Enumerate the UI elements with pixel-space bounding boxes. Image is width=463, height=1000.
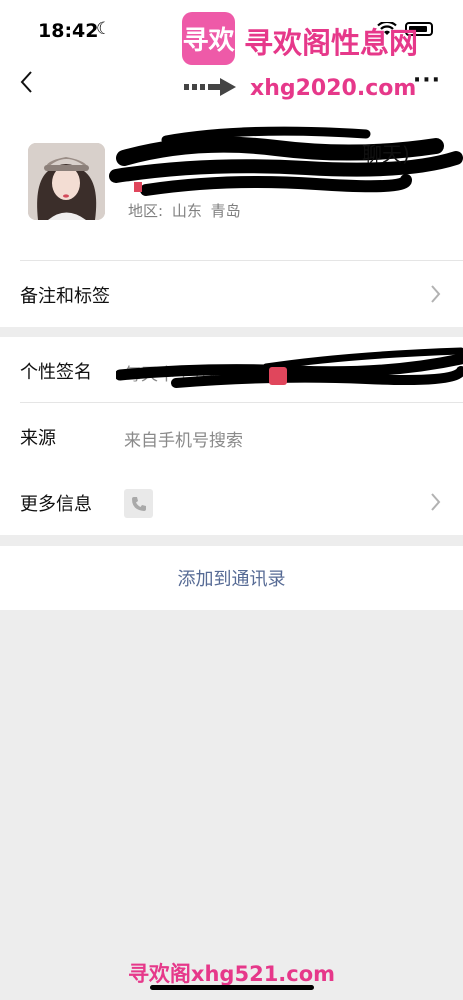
wifi-icon (377, 22, 397, 35)
profile-region: 地区: 山东 青岛 (128, 200, 241, 221)
profile-name-tail: 聊天) (362, 142, 410, 166)
status-icons (377, 22, 433, 36)
phone-icon (124, 489, 153, 518)
battery-icon (405, 22, 433, 36)
avatar[interactable] (28, 143, 105, 220)
back-icon[interactable] (16, 66, 40, 98)
signature-label: 个性签名 (20, 362, 92, 383)
source-label: 来源 (20, 428, 56, 449)
more-options-button[interactable]: ··· (413, 68, 441, 93)
status-time: 18:42 (38, 20, 99, 42)
avatar-image (28, 143, 105, 220)
more-info-row[interactable]: 更多信息 (0, 469, 463, 535)
signature-row: 个性签名 每天中午开闷 (0, 337, 463, 403)
region-label: 地区: (128, 202, 164, 220)
remark-tags-label: 备注和标签 (20, 286, 110, 307)
redacted-signature-scribble (116, 347, 463, 388)
status-bar: 18:42 ☾ (0, 0, 463, 60)
add-to-contacts-button[interactable]: 添加到通讯录 (0, 546, 463, 610)
chevron-right-icon (431, 285, 441, 303)
nav-bar: ··· (0, 60, 463, 110)
more-info-label: 更多信息 (20, 494, 92, 515)
watermark-bottom: 寻欢阁xhg521.com (127, 962, 336, 986)
add-contact-section: 添加到通讯录 (0, 546, 463, 610)
region-city: 青岛 (210, 202, 241, 220)
source-row: 来源 来自手机号搜索 (0, 403, 463, 469)
remark-tags-row[interactable]: 备注和标签 (0, 261, 463, 327)
home-indicator (150, 985, 314, 990)
chevron-right-icon (431, 493, 441, 511)
source-value: 来自手机号搜索 (124, 431, 243, 451)
region-province: 山东 (171, 202, 202, 220)
moon-icon: ☾ (96, 19, 112, 39)
